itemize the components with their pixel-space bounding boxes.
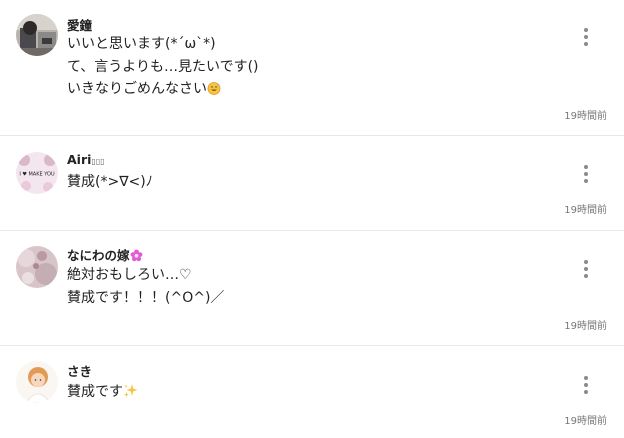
comment-item: I ♥ MAKE YOU Airi▯▯▯ 賛成(*>∇<)ﾉ 19時間前	[0, 136, 624, 231]
comment-item: さき 賛成です 19時間前	[0, 346, 624, 438]
avatar[interactable]: I ♥ MAKE YOU	[16, 152, 58, 194]
more-options-icon[interactable]	[576, 375, 596, 397]
comment-text-line: 賛成(*>∇<)ﾉ	[67, 174, 153, 190]
username[interactable]: Airi▯▯▯	[67, 152, 105, 167]
avatar[interactable]	[16, 14, 58, 56]
comment-text-line: いいと思います(*´ω`*)	[67, 36, 216, 52]
more-options-icon[interactable]	[576, 164, 596, 186]
username-text: Airi	[67, 152, 92, 167]
comment-text-line: 賛成です！！！(^O^)／	[67, 290, 225, 306]
comment-text-line-with-icon: 賛成です	[67, 383, 138, 403]
comment-text-line: て、言うよりも…見たいです()	[67, 59, 259, 75]
comment-text: 賛成です	[67, 384, 123, 400]
username[interactable]: さき	[67, 361, 92, 380]
timestamp: 19時間前	[564, 205, 607, 216]
sparkles-icon	[123, 383, 138, 403]
sweat-smile-icon	[207, 81, 221, 100]
more-options-icon[interactable]	[576, 27, 596, 49]
avatar[interactable]	[16, 361, 58, 403]
username[interactable]: 愛鐘	[67, 15, 92, 34]
comment-item: なにわの嫁 絶対おもしろい…♡ 賛成です！！！(^O^)／ 19時間前	[0, 231, 624, 346]
comment-text-line: 絶対おもしろい…♡	[67, 267, 192, 283]
avatar-text: I ♥ MAKE YOU	[19, 172, 55, 178]
avatar[interactable]	[16, 246, 58, 288]
username[interactable]: なにわの嫁	[67, 245, 143, 265]
username-suffix: ▯▯▯	[91, 157, 105, 166]
flower-icon	[130, 249, 143, 265]
comment-text: いきなりごめんなさい	[67, 81, 207, 97]
timestamp: 19時間前	[564, 321, 607, 332]
comment-item: 愛鐘 いいと思います(*´ω`*) て、言うよりも…見たいです() いきなりごめ…	[0, 0, 624, 136]
comment-text-line-with-icon: いきなりごめんなさい	[67, 80, 221, 100]
more-options-icon[interactable]	[576, 259, 596, 281]
timestamp: 19時間前	[564, 416, 607, 427]
timestamp: 19時間前	[564, 111, 607, 122]
username-text: なにわの嫁	[67, 248, 130, 263]
